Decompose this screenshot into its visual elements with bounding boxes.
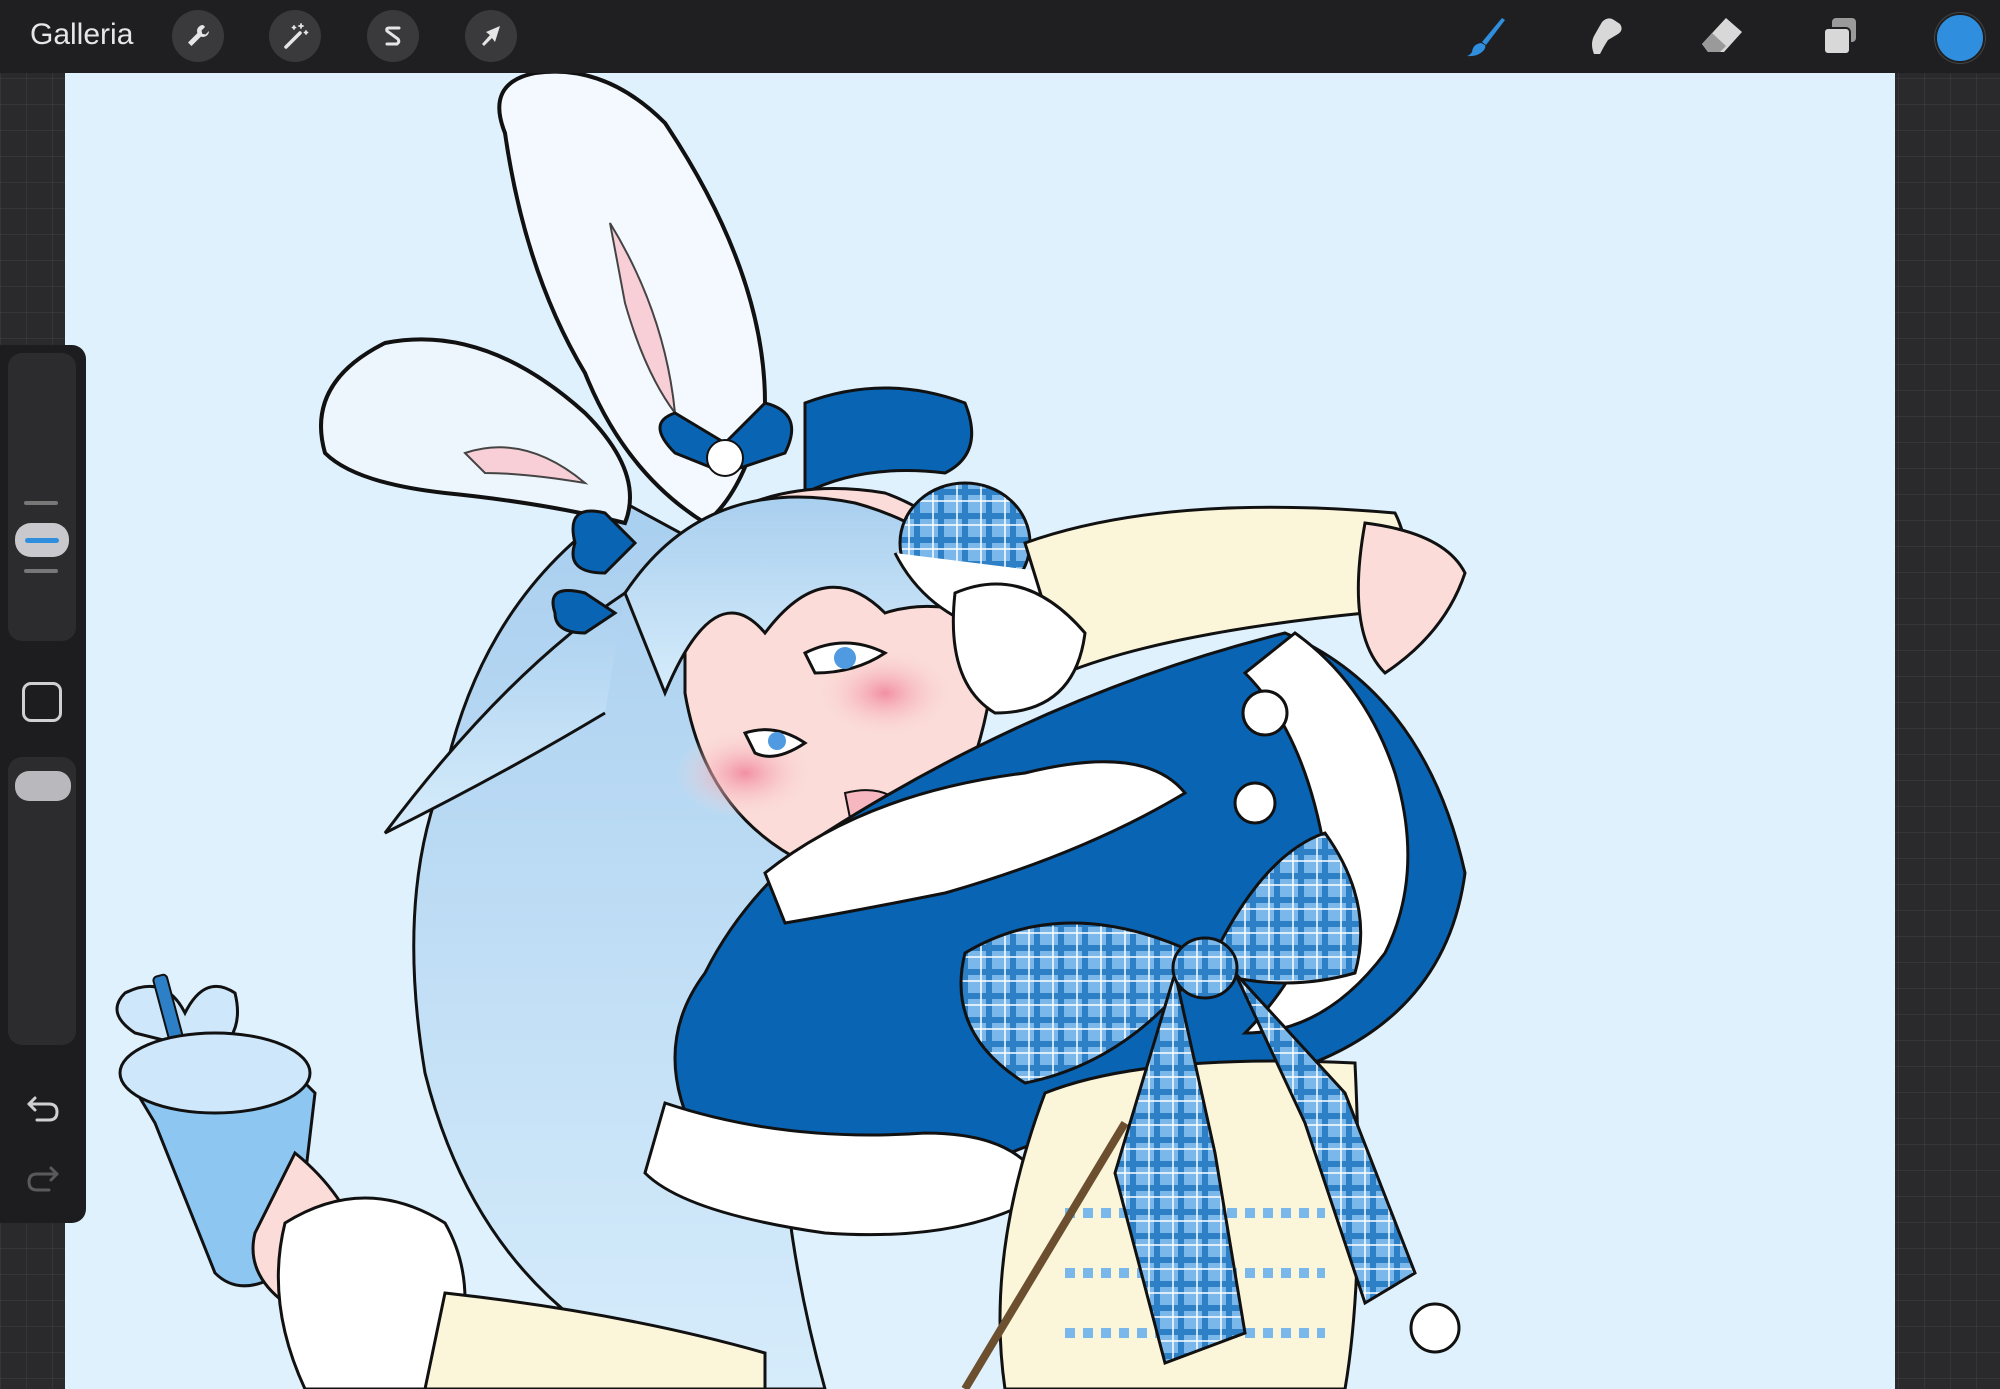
transform-button[interactable]	[465, 10, 517, 62]
layers-button[interactable]	[1814, 10, 1866, 62]
smudge-tool-button[interactable]	[1578, 10, 1630, 62]
brush-icon	[1467, 18, 1505, 57]
brush-tool-button[interactable]	[1460, 10, 1512, 62]
redo-icon	[27, 1166, 59, 1192]
redo-button[interactable]	[20, 1155, 66, 1201]
drawing-canvas[interactable]	[65, 73, 1895, 1389]
smudge-icon	[1592, 18, 1622, 54]
slider-tick	[24, 569, 58, 573]
arrow-cursor-icon	[482, 26, 500, 46]
selection-button[interactable]	[367, 10, 419, 62]
brush-size-slider[interactable]	[8, 353, 76, 641]
slider-tick	[24, 501, 58, 505]
undo-button[interactable]	[20, 1085, 66, 1131]
layers-icon	[1823, 18, 1856, 55]
actions-button[interactable]	[172, 10, 224, 62]
gallery-button[interactable]: Galleria	[30, 18, 133, 52]
top-toolbar: Galleria	[0, 0, 2000, 73]
active-indicator	[25, 538, 59, 543]
adjustments-button[interactable]	[269, 10, 321, 62]
undo-icon	[27, 1096, 59, 1122]
brush-size-handle[interactable]	[15, 523, 69, 557]
wrench-icon	[188, 25, 209, 46]
eraser-tool-button[interactable]	[1696, 10, 1748, 62]
magic-wand-icon	[284, 23, 309, 49]
artwork-illustration	[115, 73, 1467, 1389]
eraser-icon	[1702, 18, 1742, 52]
left-sidebar	[0, 345, 86, 1223]
modify-button[interactable]	[22, 682, 62, 722]
selection-s-icon	[385, 26, 401, 46]
opacity-slider[interactable]	[8, 757, 76, 1045]
opacity-handle[interactable]	[15, 771, 71, 801]
color-picker-button[interactable]	[1935, 13, 1985, 63]
